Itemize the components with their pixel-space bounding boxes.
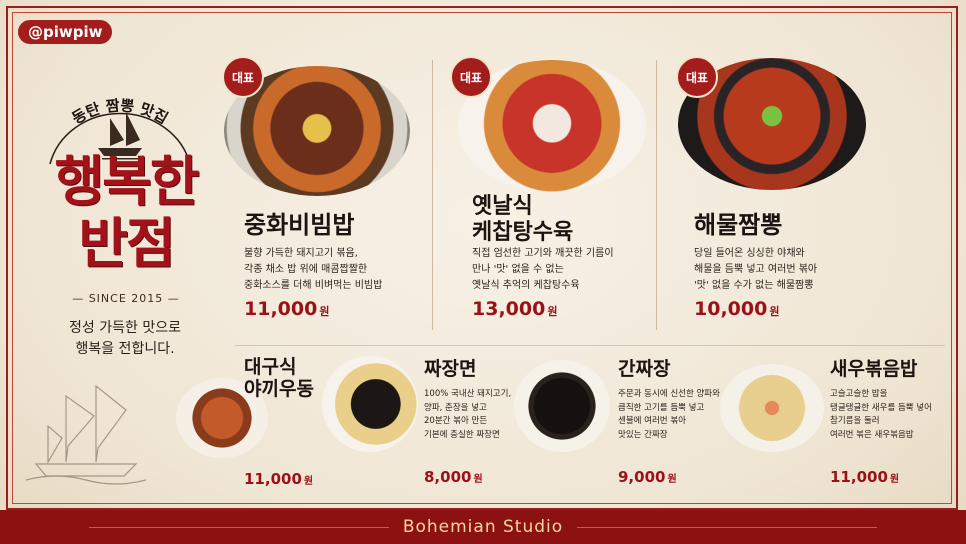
featured-desc-3: 당일 들어온 싱싱한 야채와 해물을 듬뿍 넣고 여러번 볶아 '맛' 없을 수…	[694, 246, 817, 294]
badge-text: 대표	[685, 70, 709, 85]
shrimp-fried-rice-plate-image	[720, 364, 824, 452]
menu-desc-4: 고슬고슬한 밥을 탱글탱글한 새우를 듬뿍 넣어 참기름을 둘러 여러번 볶은 …	[830, 388, 932, 442]
featured-badge-1: 대표	[222, 56, 264, 98]
footer-line-left	[88, 526, 389, 528]
handle-badge[interactable]: @piwpiw	[18, 20, 113, 44]
featured-badge-3: 대표	[676, 56, 718, 98]
desc-line: 20분간 볶아 만든	[424, 416, 488, 426]
featured-price-2: 13,000 원	[472, 298, 557, 320]
price-unit: 원	[547, 305, 558, 318]
jajangmyeon-bowl-image	[322, 356, 418, 452]
badge-text: 대표	[231, 70, 255, 85]
desc-line: 100% 국내산 돼지고기,	[424, 389, 512, 399]
desc-line: 탱글탱글한 새우를 듬뿍 넣어	[830, 402, 932, 413]
menu-name-1: 대구식 야끼우동	[244, 356, 314, 400]
featured-name-1: 중화비빔밥	[244, 211, 355, 239]
featured-desc-1: 불향 가득한 돼지고기 볶음, 각종 채소 밥 위에 매콤짭짤한 중화소스를 더…	[244, 246, 382, 294]
desc-line: 여러번 볶은 새우볶음밥	[830, 429, 914, 440]
featured-desc-2: 직접 엄선한 고기와 깨끗한 기름이 만나 '맛' 없을 수 없는 옛날식 추억…	[472, 246, 614, 294]
featured-price-1: 11,000 원	[244, 298, 329, 320]
handle-text: @piwpiw	[28, 23, 103, 41]
desc-line: 참기름을 둘러	[830, 416, 880, 426]
slogan-line-1: 정성 가득한 맛으로	[69, 320, 181, 336]
footer-line-right	[577, 526, 878, 528]
desc-line: 중화소스를 더해 비벼먹는 비빔밥	[244, 280, 383, 291]
price-value: 11,000	[830, 468, 888, 486]
desc-line: 큼직한 고기를 듬뿍 넣고	[618, 402, 705, 413]
price-value: 9,000	[618, 468, 666, 486]
featured-name-2: 옛날식 케찹탕수육	[472, 194, 573, 246]
menu-price-1: 11,000 원	[244, 470, 313, 488]
slogan: 정성 가득한 맛으로 행복을 전합니다.	[50, 318, 200, 360]
svg-text:동탄 짬뽕 맛집: 동탄 짬뽕 맛집	[69, 96, 171, 127]
desc-line: 옛날식 추억의 케찹탕수육	[472, 280, 580, 291]
menu-desc-3: 주문과 동시에 신선한 양파와 큼직한 고기를 듬뿍 넣고 센불에 여러번 볶아…	[618, 388, 720, 442]
name-line: 야끼우동	[244, 378, 314, 400]
price-value: 8,000	[424, 468, 472, 486]
desc-line: 양파, 춘장을 넣고	[424, 402, 487, 413]
price-value: 10,000	[694, 298, 768, 320]
title-line-1: 행복한	[54, 149, 199, 213]
desc-line: 각종 채소 밥 위에 매콤짭짤한	[244, 264, 368, 275]
ship-sketch-icon	[26, 384, 146, 485]
restaurant-title: 행복한 반점	[26, 150, 226, 274]
since-label: — SINCE 2015 —	[72, 292, 180, 305]
column-divider	[656, 60, 657, 330]
featured-badge-2: 대표	[450, 56, 492, 98]
menu-board: @piwpiw 동탄 짬뽕 맛집 행복한 반점 — SINCE 2015 — 정…	[0, 0, 966, 544]
menu-desc-2: 100% 국내산 돼지고기, 양파, 춘장을 넣고 20분간 볶아 만든 기본에…	[424, 388, 511, 442]
price-unit: 원	[769, 305, 780, 318]
price-unit: 원	[473, 474, 483, 485]
menu-name-3: 간짜장	[618, 358, 671, 380]
price-unit: 원	[667, 474, 677, 485]
price-value: 11,000	[244, 470, 302, 488]
menu-price-3: 9,000 원	[618, 468, 677, 486]
row-separator	[235, 345, 945, 346]
menu-price-4: 11,000 원	[830, 468, 899, 486]
footer-brand: Bohemian Studio	[402, 517, 564, 537]
name-line: 옛날식	[472, 194, 533, 219]
price-unit: 원	[319, 305, 330, 318]
footer-bar: Bohemian Studio	[0, 510, 966, 544]
price-value: 13,000	[472, 298, 546, 320]
desc-line: 고슬고슬한 밥을	[830, 389, 888, 399]
arch-text: 동탄 짬뽕 맛집	[69, 96, 171, 127]
desc-line: 센불에 여러번 볶아	[618, 416, 686, 426]
menu-name-2: 짜장면	[424, 358, 477, 380]
desc-line: 맛있는 간짜장	[618, 429, 668, 440]
desc-line: 해물을 듬뿍 넣고 여러번 볶아	[694, 264, 818, 275]
featured-name-3: 해물짬뽕	[694, 211, 783, 239]
menu-price-2: 8,000 원	[424, 468, 483, 486]
badge-text: 대표	[459, 70, 483, 85]
menu-name-4: 새우볶음밥	[830, 358, 918, 380]
desc-line: 당일 들어온 싱싱한 야채와	[694, 248, 805, 259]
price-value: 11,000	[244, 298, 318, 320]
slogan-line-2: 행복을 전합니다.	[75, 341, 175, 357]
desc-line: 만나 '맛' 없을 수 없는	[472, 264, 564, 275]
featured-price-3: 10,000 원	[694, 298, 779, 320]
price-unit: 원	[889, 474, 900, 485]
desc-line: 불향 가득한 돼지고기 볶음,	[244, 248, 358, 259]
ganjjajang-plate-image	[514, 360, 610, 452]
name-line: 대구식	[244, 356, 297, 378]
name-line: 케찹탕수육	[472, 220, 574, 245]
title-line-2: 반점	[78, 211, 175, 275]
desc-line: 직접 엄선한 고기와 깨끗한 기름이	[472, 248, 614, 259]
column-divider	[432, 60, 433, 330]
price-unit: 원	[303, 476, 314, 487]
desc-line: 기본에 충실한 짜장면	[424, 429, 500, 440]
desc-line: '맛' 없을 수가 없는 해물짬뽕	[694, 280, 814, 291]
desc-line: 주문과 동시에 신선한 양파와	[618, 389, 720, 399]
